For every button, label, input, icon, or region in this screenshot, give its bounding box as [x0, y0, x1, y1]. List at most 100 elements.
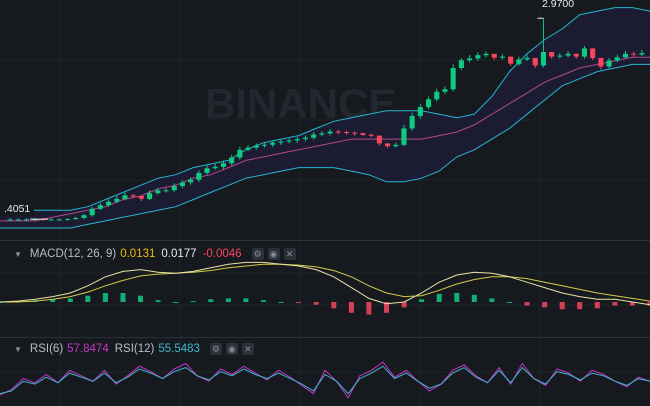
rsi6-label: RSI(6)	[29, 343, 64, 355]
candle-body	[204, 168, 210, 173]
macd-histogram-bar	[296, 302, 302, 303]
macd-histogram-bar	[454, 293, 460, 302]
candle-body	[532, 58, 538, 66]
candle-body	[442, 89, 448, 92]
collapse-icon[interactable]: ▼	[14, 345, 22, 354]
macd-histogram-bar	[138, 295, 143, 302]
candle-body	[450, 68, 456, 90]
candle-body	[335, 131, 341, 133]
candle-body	[130, 195, 136, 197]
candle-body	[270, 142, 276, 145]
candle-body	[524, 58, 530, 60]
candle-body	[475, 55, 481, 59]
candle-body	[81, 215, 87, 218]
macd-pane[interactable]: ▼ MACD(12, 26, 9) 0.0131 0.0177 -0.0046 …	[0, 241, 650, 337]
settings-icon[interactable]: ⚙	[251, 248, 264, 260]
candle-body	[163, 190, 169, 192]
rsi6-value: 57.8474	[67, 343, 109, 355]
candle-body	[188, 179, 194, 183]
candle-body	[48, 219, 54, 221]
candle-body	[212, 166, 218, 169]
macd-histogram-bar	[173, 302, 179, 303]
candle-body	[220, 163, 226, 167]
candle-body	[344, 132, 350, 133]
candle-body	[409, 116, 415, 129]
candle-body	[417, 107, 423, 116]
collapse-icon[interactable]: ▼	[14, 250, 22, 259]
macd-histogram-bar	[507, 302, 512, 303]
rsi-pane[interactable]: ▼ RSI(6) 57.8474 RSI(12) 55.5483 ⚙ ◉ ✕	[0, 338, 650, 406]
candle-body	[639, 53, 645, 55]
macd-histogram-bar	[225, 298, 231, 302]
macd-histogram-bar	[261, 300, 266, 302]
rsi12-label: RSI(12)	[114, 343, 155, 355]
candle-body	[311, 134, 317, 138]
candle-body	[376, 135, 382, 144]
low-price-label: .4051	[0, 202, 35, 216]
macd-histogram-bar	[401, 302, 407, 308]
candle-body	[491, 53, 497, 58]
candle-body	[155, 190, 161, 194]
macd-histogram-bar	[278, 302, 284, 303]
close-icon[interactable]: ✕	[283, 248, 296, 260]
candle-body	[401, 128, 407, 145]
macd-histogram-bar	[594, 302, 600, 309]
candle-body	[106, 201, 112, 206]
candle-body	[565, 53, 571, 56]
candle-body	[138, 196, 144, 199]
price-pane[interactable]: BINANCE 2.9700 .4051	[0, 0, 650, 240]
macd-histogram-bar	[208, 299, 214, 302]
candle-body	[261, 144, 267, 146]
candle-body	[590, 48, 596, 58]
candle-body	[73, 218, 79, 220]
macd-label: MACD(12, 26, 9)	[29, 248, 117, 260]
visibility-icon[interactable]: ◉	[225, 343, 238, 355]
price-chart[interactable]: BINANCE	[0, 0, 650, 240]
macd-histogram-bar	[313, 302, 319, 305]
candle-body	[7, 219, 13, 221]
visibility-icon[interactable]: ◉	[267, 248, 280, 260]
candle-body	[352, 132, 358, 134]
macd-histogram-bar	[190, 301, 196, 303]
candle-body	[286, 140, 292, 142]
macd-histogram-bar	[489, 298, 495, 302]
rsi6-line	[0, 361, 650, 399]
candle-body	[122, 195, 128, 199]
macd-histogram-bar	[542, 302, 548, 308]
candle-body	[368, 134, 374, 136]
candle-body	[56, 219, 62, 221]
candle-body	[147, 193, 153, 199]
macd-dea-value: 0.0177	[161, 248, 197, 260]
macd-histogram-bar	[419, 299, 425, 302]
settings-icon[interactable]: ⚙	[209, 343, 222, 355]
candle-body	[245, 147, 251, 150]
high-price-label: 2.9700	[538, 0, 579, 11]
candle-body	[360, 133, 366, 135]
candle-body	[614, 57, 620, 61]
candle-body	[65, 219, 71, 221]
macd-histogram-bar	[577, 302, 583, 310]
candle-body	[15, 219, 21, 221]
close-icon[interactable]: ✕	[241, 343, 254, 355]
candle-body	[196, 172, 202, 180]
macd-histogram-bar	[331, 302, 337, 309]
candle-body	[557, 55, 563, 57]
macd-histogram-bar	[85, 295, 91, 302]
candle-body	[393, 144, 399, 147]
candle-body	[483, 53, 489, 56]
candle-body	[97, 205, 103, 209]
candle-body	[508, 56, 514, 64]
rsi-legend: ▼ RSI(6) 57.8474 RSI(12) 55.5483 ⚙ ◉ ✕	[14, 341, 254, 357]
candle-body	[458, 60, 464, 68]
candle-body	[549, 52, 555, 57]
candle-body	[179, 182, 185, 187]
candle-body	[327, 131, 333, 134]
macd-histogram-bar	[348, 302, 354, 313]
candle-body	[573, 53, 579, 57]
candle-body	[229, 157, 235, 164]
candle-body	[426, 99, 432, 108]
candle-body	[302, 137, 308, 140]
candle-body	[467, 58, 473, 61]
candle-body	[171, 186, 177, 191]
macd-histogram-bar	[67, 298, 73, 302]
